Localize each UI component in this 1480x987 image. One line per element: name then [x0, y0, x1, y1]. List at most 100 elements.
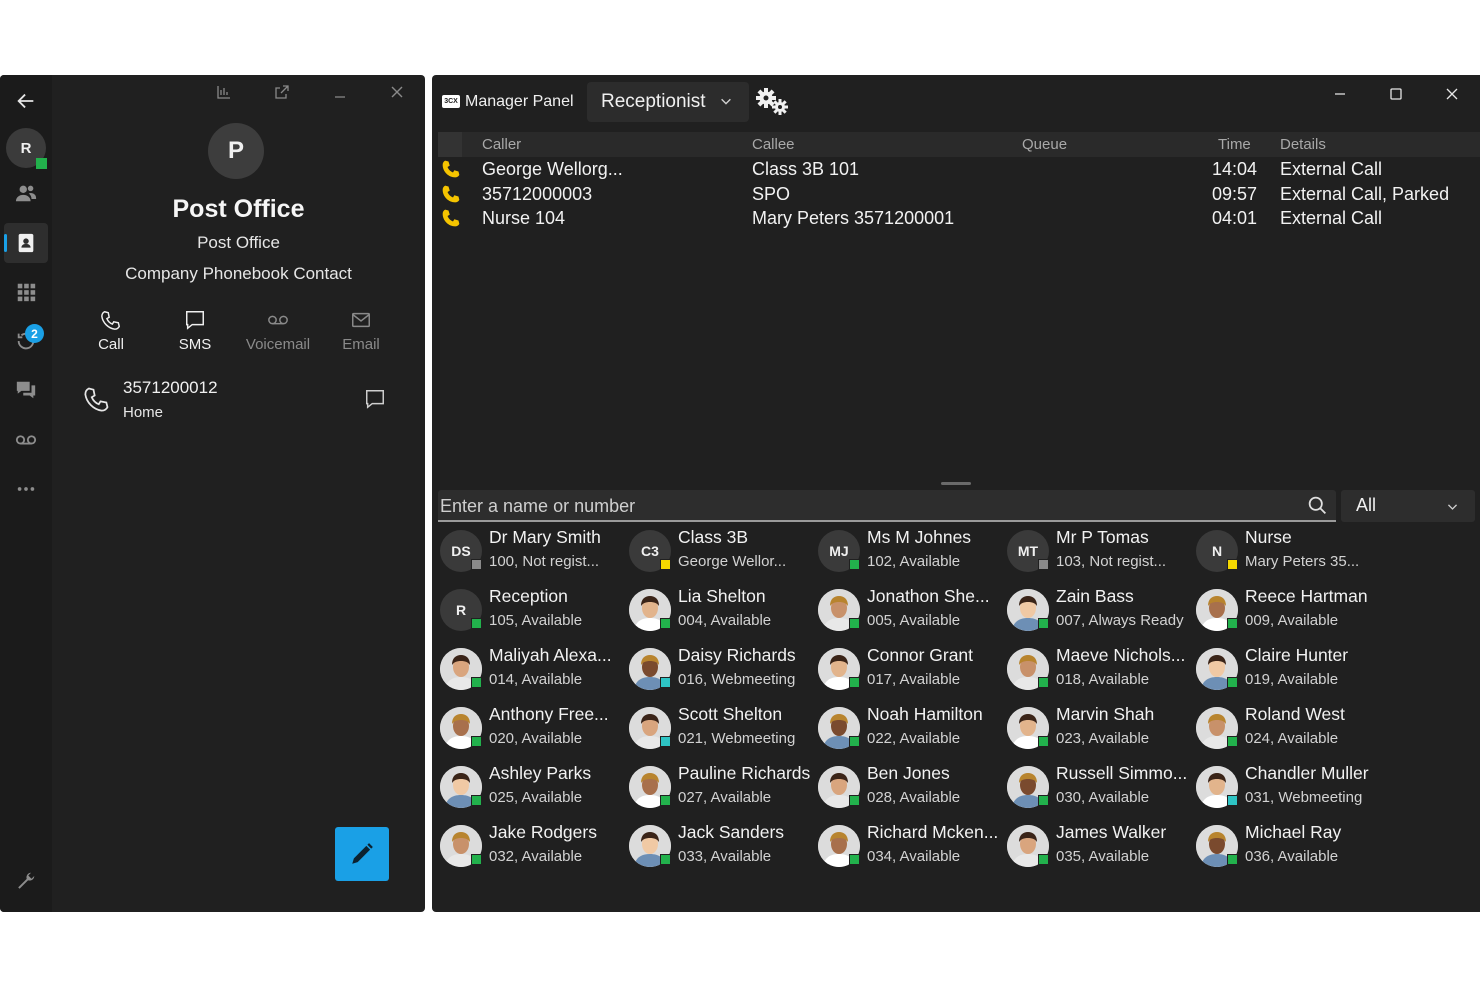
presence-status-dot	[471, 677, 482, 688]
extension-tile[interactable]: Maeve Nichols... 018, Available	[1005, 644, 1190, 700]
extension-name: Zain Bass	[1056, 586, 1134, 606]
call-row[interactable]: Nurse 104 Mary Peters 3571200001 04:01 Exte…	[438, 206, 1480, 231]
sms-bubble-icon	[186, 311, 204, 330]
call-time: 04:01	[1212, 208, 1258, 228]
extension-name: Anthony Free...	[489, 704, 609, 724]
extension-name: Connor Grant	[867, 645, 974, 665]
extension-tile[interactable]: James Walker 035, Available	[1005, 821, 1190, 877]
maximize-icon[interactable]	[1381, 80, 1411, 108]
call-details: External Call	[1280, 159, 1383, 179]
col-caller[interactable]: Caller	[482, 136, 521, 153]
extension-tile[interactable]: Claire Hunter 019, Available	[1194, 644, 1379, 700]
extension-tile[interactable]: Maliyah Alexa... 014, Available	[438, 644, 623, 700]
edit-contact-button[interactable]	[335, 827, 389, 881]
chart-icon[interactable]	[212, 81, 236, 103]
contacts-icon[interactable]	[4, 223, 48, 263]
presence-status-dot	[849, 795, 860, 806]
call-row[interactable]: George Wellorg... Class 3B 101 14:04 Extern…	[438, 157, 1480, 182]
sms-action-button[interactable]: SMS	[157, 309, 233, 354]
popout-icon[interactable]	[270, 81, 294, 103]
user-initial: R	[20, 139, 32, 157]
extension-name: Marvin Shah	[1056, 704, 1155, 724]
call-action-button[interactable]: Call	[73, 309, 149, 354]
extension-tile[interactable]: Roland West 024, Available	[1194, 703, 1379, 759]
minimize-icon[interactable]	[1325, 80, 1355, 108]
mode-select[interactable]: Receptionist	[587, 82, 749, 122]
extension-tile[interactable]: DS Dr Mary Smith 100, Not regist...	[438, 526, 623, 582]
more-icon[interactable]	[4, 469, 48, 509]
extension-tile[interactable]: Anthony Free... 020, Available	[438, 703, 623, 759]
voicemail-icon[interactable]	[4, 419, 48, 459]
extension-tile[interactable]: Lia Shelton 004, Available	[627, 585, 812, 641]
missed-calls-badge: 2	[25, 324, 44, 343]
settings-wrench-icon[interactable]	[4, 861, 48, 901]
manager-panel-window: 3CX Manager Panel Receptionist Caller Ca…	[432, 75, 1480, 912]
call-caller: George Wellorg...	[482, 159, 623, 179]
phone-number-call-icon[interactable]	[83, 385, 111, 413]
close-icon[interactable]	[385, 81, 409, 103]
extension-name: Jack Sanders	[678, 822, 785, 842]
extension-name: Claire Hunter	[1245, 645, 1349, 665]
presence-status-dot	[471, 795, 482, 806]
extension-name: Ms M Johnes	[867, 527, 972, 547]
close-icon[interactable]	[1437, 80, 1467, 108]
extension-tile[interactable]: N Nurse Mary Peters 35...	[1194, 526, 1379, 582]
col-details[interactable]: Details	[1280, 136, 1326, 153]
extension-search	[438, 490, 1336, 522]
phone-icon	[442, 209, 460, 227]
phone-sms-icon[interactable]	[364, 388, 386, 410]
extension-tile[interactable]: Ben Jones 028, Available	[816, 762, 1001, 818]
back-arrow-icon[interactable]	[4, 81, 48, 121]
extension-tile[interactable]: Marvin Shah 023, Available	[1005, 703, 1190, 759]
search-input[interactable]	[440, 493, 1290, 519]
extension-tile[interactable]: Jack Sanders 033, Available	[627, 821, 812, 877]
extension-tile[interactable]: Ashley Parks 025, Available	[438, 762, 623, 818]
extension-tile[interactable]: MJ Ms M Johnes 102, Available	[816, 526, 1001, 582]
extension-tile[interactable]: Noah Hamilton 022, Available	[816, 703, 1001, 759]
user-avatar[interactable]: R	[6, 128, 47, 169]
search-icon[interactable]	[1307, 495, 1328, 516]
pane-splitter-handle[interactable]	[941, 482, 971, 485]
extension-tile[interactable]: Connor Grant 017, Available	[816, 644, 1001, 700]
extension-tile[interactable]: Jake Rodgers 032, Available	[438, 821, 623, 877]
extension-tile[interactable]: MT Mr P Tomas 103, Not regist...	[1005, 526, 1190, 582]
extension-tile[interactable]: Richard Mcken... 034, Available	[816, 821, 1001, 877]
extension-status: 009, Available	[1245, 612, 1339, 629]
extension-tile[interactable]: Daisy Richards 016, Webmeeting	[627, 644, 812, 700]
col-queue[interactable]: Queue	[1022, 136, 1067, 153]
extension-status: 018, Available	[1056, 671, 1150, 688]
call-row[interactable]: 35712000003 SPO 09:57 External Call, Parked	[438, 182, 1480, 207]
extension-initials: R	[455, 602, 467, 618]
extension-status: 004, Available	[678, 612, 772, 629]
extension-tile[interactable]: Jonathon She... 005, Available	[816, 585, 1001, 641]
col-callee[interactable]: Callee	[752, 136, 795, 153]
extension-tile[interactable]: Scott Shelton 021, Webmeeting	[627, 703, 812, 759]
extension-tile[interactable]: Chandler Muller 031, Webmeeting	[1194, 762, 1379, 818]
extension-tile[interactable]: Russell Simmo... 030, Available	[1005, 762, 1190, 818]
extension-name: Jake Rodgers	[489, 822, 597, 842]
gears-icon[interactable]	[755, 87, 791, 117]
dialpad-icon[interactable]	[4, 272, 48, 312]
voicemail-action-button[interactable]: Voicemail	[240, 309, 316, 354]
extension-tile[interactable]: Pauline Richards 027, Available	[627, 762, 812, 818]
extension-tile[interactable]: Zain Bass 007, Always Ready	[1005, 585, 1190, 641]
extension-tile[interactable]: R Reception 105, Available	[438, 585, 623, 641]
email-label: Email	[342, 336, 380, 353]
presence-status-dot	[1227, 559, 1238, 570]
minimize-icon[interactable]	[328, 81, 352, 103]
filter-select[interactable]: All	[1341, 490, 1475, 522]
people-icon[interactable]	[4, 173, 48, 213]
presence-status-dot	[849, 736, 860, 747]
extension-status: 032, Available	[489, 848, 583, 865]
extension-tile[interactable]: Michael Ray 036, Available	[1194, 821, 1379, 877]
chat-icon[interactable]	[4, 370, 48, 410]
call-caller: Nurse 104	[482, 208, 566, 228]
email-action-button[interactable]: Email	[323, 309, 399, 354]
contact-company: Post Office	[197, 233, 280, 252]
col-time[interactable]: Time	[1218, 136, 1251, 153]
extension-tile[interactable]: C3 Class 3B George Wellor...	[627, 526, 812, 582]
extension-status: 035, Available	[1056, 848, 1150, 865]
phone-number[interactable]: 3571200012	[123, 378, 218, 398]
presence-status-dot	[660, 795, 671, 806]
extension-tile[interactable]: Reece Hartman 009, Available	[1194, 585, 1379, 641]
